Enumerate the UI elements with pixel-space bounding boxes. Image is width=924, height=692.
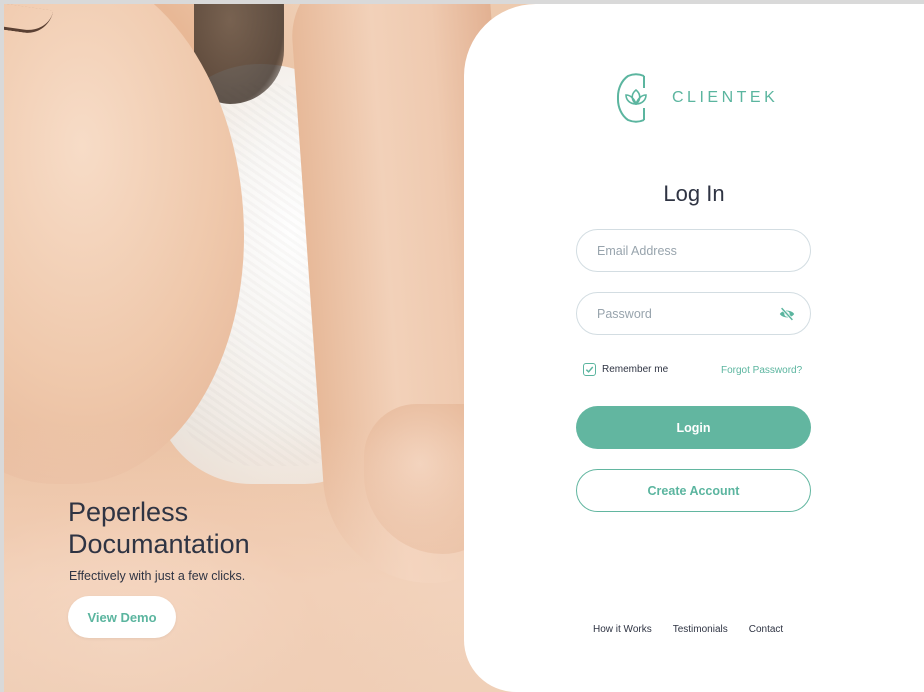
create-account-button[interactable]: Create Account <box>576 469 811 512</box>
remember-label: Remember me <box>602 364 669 375</box>
page-frame: Peperless Documantation Effectively with… <box>4 4 924 692</box>
login-title: Log In <box>663 181 725 206</box>
password-field-wrapper <box>576 292 811 335</box>
closed-eye-shape <box>4 4 54 37</box>
footer-link-contact[interactable]: Contact <box>749 624 783 635</box>
view-demo-button[interactable]: View Demo <box>68 596 176 638</box>
remember-me[interactable]: Remember me <box>583 363 668 376</box>
checkmark-icon <box>585 366 594 373</box>
footer-nav: How it Works Testimonials Contact <box>593 624 783 635</box>
email-field-wrapper <box>576 229 811 272</box>
login-panel: CLIENTEK Log In Remember me Fo <box>464 4 924 692</box>
footer-link-how-it-works[interactable]: How it Works <box>593 624 652 635</box>
password-field[interactable] <box>577 293 810 334</box>
lotus-logo-icon <box>616 73 647 123</box>
footer-link-testimonials[interactable]: Testimonials <box>673 624 728 635</box>
brand-name: CLIENTEK <box>672 89 779 106</box>
eye-slash-icon[interactable] <box>778 305 796 323</box>
hero-subtitle: Effectively with just a few clicks. <box>69 569 246 583</box>
brand-header: CLIENTEK <box>614 70 778 126</box>
login-button[interactable]: Login <box>576 406 811 449</box>
email-field[interactable] <box>577 230 810 271</box>
remember-checkbox[interactable] <box>583 363 596 376</box>
hero-title: Peperless Documantation <box>68 497 250 559</box>
forgot-password-link[interactable]: Forgot Password? <box>721 365 802 376</box>
